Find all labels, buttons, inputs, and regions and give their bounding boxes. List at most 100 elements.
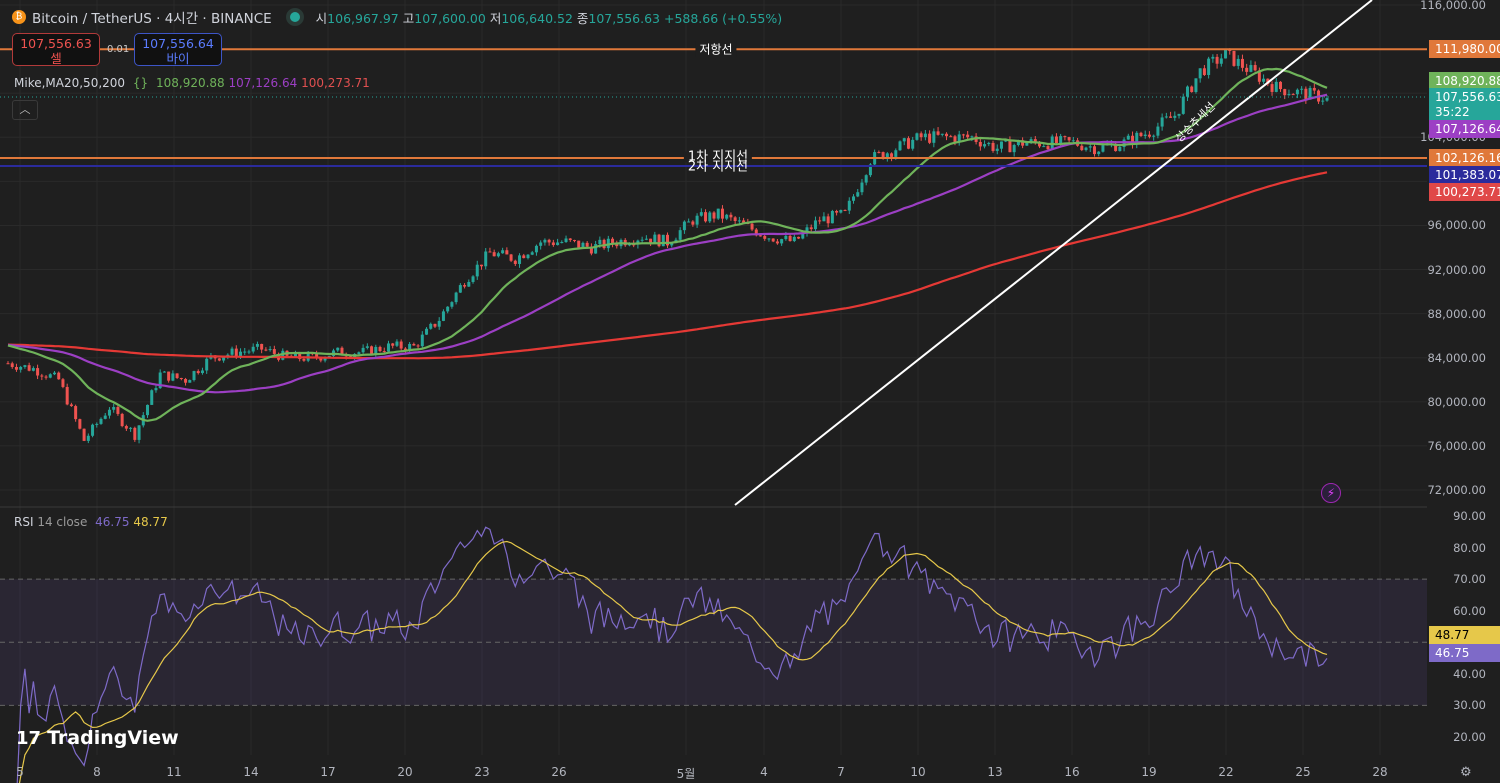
candle-body (1185, 86, 1189, 97)
candle-body (1287, 94, 1291, 96)
candle-body (995, 148, 999, 151)
candle-body (712, 212, 716, 219)
candle-body (454, 292, 458, 303)
candle-body (877, 152, 881, 154)
candle-body (74, 406, 78, 420)
candle-body (530, 252, 534, 255)
candle-body (386, 343, 390, 352)
candle-body (217, 358, 221, 361)
price-tick: 96,000.00 (1427, 218, 1486, 233)
candle-body (1169, 116, 1173, 118)
candle-body (864, 175, 868, 183)
candle-body (6, 363, 10, 365)
candle-body (1054, 136, 1058, 144)
settings-gear-icon[interactable]: ⚙ (1460, 765, 1472, 780)
candle-body (137, 425, 141, 440)
candle-body (919, 133, 923, 138)
sell-button[interactable]: 107,556.63 셀 (12, 33, 100, 66)
candle-body (251, 346, 255, 352)
candle-body (162, 371, 166, 373)
candle-body (771, 238, 775, 242)
candle-body (382, 351, 386, 353)
candle-body (691, 221, 695, 225)
candle-body (1126, 135, 1130, 140)
candle-body (949, 136, 953, 138)
candle-body (365, 346, 369, 348)
candle-body (695, 215, 699, 225)
time-tick: 23 (474, 765, 490, 779)
candle-body (940, 133, 944, 135)
candle-body (391, 343, 395, 346)
candle-body (196, 371, 200, 374)
candle-body (65, 386, 69, 405)
candle-body (192, 371, 196, 381)
price-chart[interactable] (0, 0, 1500, 783)
candle-body (1059, 136, 1063, 144)
candle-body (729, 214, 733, 218)
candle-body (577, 240, 581, 248)
candle-body (826, 216, 830, 224)
candle-body (1283, 89, 1287, 96)
candle-body (103, 415, 107, 419)
candle-body (27, 365, 31, 371)
collapse-legend-button[interactable]: ︿ (12, 100, 38, 120)
candle-body (644, 238, 648, 240)
time-tick: 22 (1218, 765, 1234, 779)
candle-body (1181, 96, 1185, 114)
candle-body (1097, 151, 1101, 155)
lot-size[interactable]: 0.01 (107, 44, 129, 55)
tradingview-logo[interactable]: 𝟭𝟳 TradingView (16, 727, 179, 749)
candle-body (708, 212, 712, 222)
buy-button[interactable]: 107,556.64 바이 (134, 33, 222, 66)
candle-body (264, 349, 268, 351)
rsi-tick: 60.00 (1453, 603, 1486, 618)
candle-body (200, 370, 204, 374)
candle-body (568, 238, 572, 241)
candle-body (991, 142, 995, 151)
candle-body (247, 351, 251, 353)
candle-body (1092, 146, 1096, 155)
candle-body (598, 239, 602, 245)
candle-body (661, 234, 665, 247)
candle-body (1215, 56, 1219, 64)
candle-body (268, 349, 272, 351)
candle-body (978, 141, 982, 147)
symbol-title[interactable]: Bitcoin / TetherUS · 4시간 · BINANCE (32, 7, 272, 27)
candle-body (843, 209, 847, 211)
candle-body (234, 348, 238, 357)
candle-body (40, 375, 44, 377)
candle-body (585, 242, 589, 247)
time-tick: 4 (760, 765, 768, 779)
candle-body (906, 138, 910, 149)
candle-body (560, 242, 564, 244)
time-tick: 10 (910, 765, 926, 779)
price-tick: 92,000.00 (1427, 262, 1486, 277)
rsi-legend[interactable]: RSI 14 close 46.75 48.77 (14, 515, 168, 529)
candle-body (818, 220, 822, 222)
candle-body (725, 214, 729, 219)
candle-body (425, 328, 429, 335)
candle-body (463, 285, 467, 287)
candle-body (961, 134, 965, 136)
time-tick: 14 (243, 765, 259, 779)
ma-indicator-legend[interactable]: Mike,MA20,50,200 {} 108,920.88 107,126.6… (14, 76, 370, 90)
lightning-icon[interactable]: ⚡ (1321, 483, 1341, 503)
resistance-label: 저항선 (695, 40, 737, 58)
candle-body (243, 351, 247, 353)
candle-body (471, 276, 475, 282)
market-open-icon (289, 12, 300, 22)
price-tick: 80,000.00 (1427, 394, 1486, 409)
candle-body (336, 347, 340, 351)
candle-body (1224, 49, 1228, 59)
candle-body (1164, 116, 1168, 118)
candle-body (492, 252, 496, 257)
time-tick: 5 (16, 765, 24, 779)
candle-body (1236, 58, 1240, 66)
ma200-badge: 100,273.71 (1429, 183, 1500, 201)
candle-body (1177, 113, 1181, 116)
candle-body (441, 311, 445, 321)
candle-body (1063, 136, 1067, 138)
candle-body (894, 150, 898, 157)
candle-body (255, 343, 259, 347)
trendline (734, 0, 1373, 506)
